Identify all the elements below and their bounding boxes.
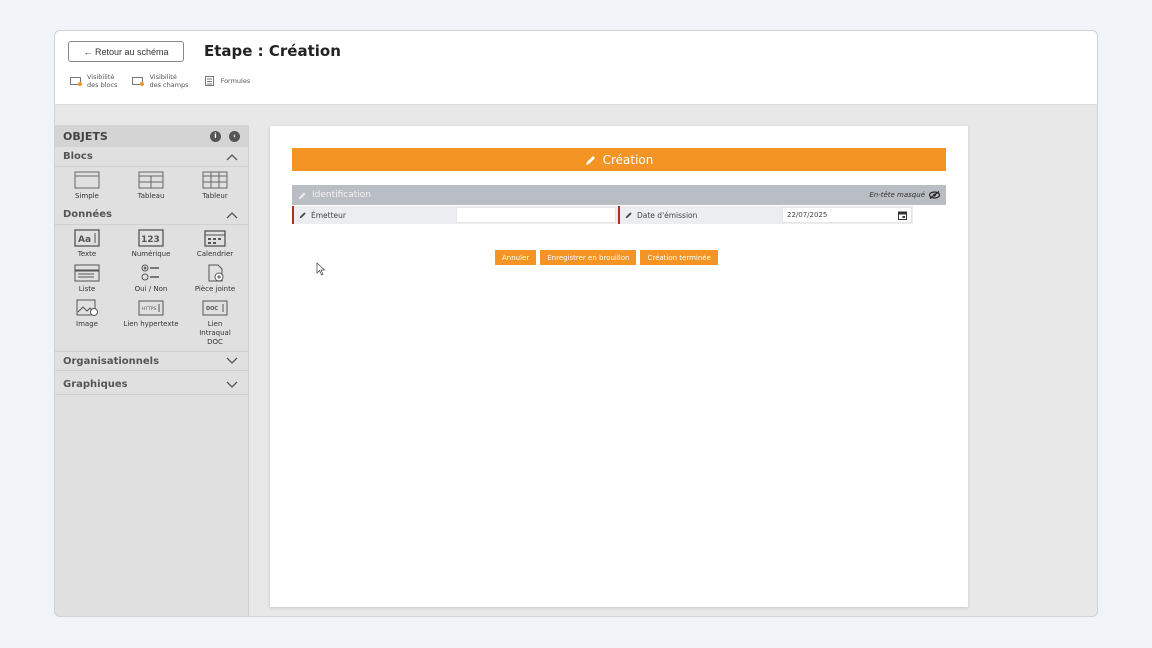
app-window: ← Retour au schéma Etape : Création Visi… bbox=[54, 30, 1098, 617]
calendar-icon[interactable] bbox=[898, 211, 907, 220]
field-visibility-button[interactable]: Visibilité des champs bbox=[131, 73, 189, 89]
section-donnees[interactable]: Données bbox=[55, 205, 248, 225]
object-lien-intraqual-doc[interactable]: DOC Lien Intraqual DOC bbox=[183, 299, 247, 347]
chevron-down-icon bbox=[226, 381, 238, 388]
svg-text:123: 123 bbox=[141, 235, 160, 245]
block-visibility-icon bbox=[69, 76, 82, 86]
section-blocs[interactable]: Blocs bbox=[55, 147, 248, 167]
pencil-icon bbox=[299, 212, 306, 219]
complete-creation-button[interactable]: Création terminée bbox=[640, 250, 718, 265]
header-hidden-toggle[interactable]: En-tête masqué bbox=[869, 191, 940, 199]
text-field-icon: Aa bbox=[74, 229, 100, 247]
object-oui-non[interactable]: Oui / Non bbox=[119, 264, 183, 294]
section-identification[interactable]: Identification En-tête masqué bbox=[292, 185, 946, 205]
svg-text:DOC: DOC bbox=[206, 306, 218, 312]
chevron-up-icon bbox=[226, 211, 238, 218]
page-title: Etape : Création bbox=[204, 42, 341, 60]
object-piece-jointe[interactable]: Pièce jointe bbox=[183, 264, 247, 294]
donnees-grid: Aa Texte 123 Numérique Calendrier Liste … bbox=[55, 225, 248, 351]
chevron-up-icon bbox=[226, 153, 238, 160]
object-image[interactable]: Image bbox=[55, 299, 119, 347]
formula-icon bbox=[203, 76, 216, 86]
spreadsheet-block-icon bbox=[202, 171, 228, 189]
blocs-grid: Simple Tableau Tableur bbox=[55, 167, 248, 205]
header: ← Retour au schéma Etape : Création Visi… bbox=[55, 31, 1097, 105]
radio-icon bbox=[141, 264, 159, 281]
doc-link-icon: DOC bbox=[202, 300, 228, 316]
section-organisationnels[interactable]: Organisationnels bbox=[55, 351, 248, 371]
object-lien-hypertexte[interactable]: HTTPS Lien hypertexte bbox=[119, 299, 183, 347]
toolbar: Visibilité des blocs Visibilité des champs… bbox=[69, 73, 250, 89]
form-banner[interactable]: Création bbox=[292, 148, 946, 171]
formulas-button[interactable]: Formules bbox=[203, 73, 250, 89]
collapse-icon[interactable]: ‹ bbox=[229, 130, 240, 142]
sidebar-header: OBJETS i ‹ bbox=[55, 125, 248, 147]
objects-sidebar: OBJETS i ‹ Blocs Simple Tableau Tableur bbox=[55, 125, 249, 616]
field-date-emission: Date d'émission 22/07/2025 bbox=[618, 206, 913, 224]
chevron-down-icon bbox=[226, 357, 238, 364]
mouse-cursor-icon bbox=[316, 262, 326, 276]
eye-slash-icon bbox=[929, 191, 940, 199]
section-graphiques[interactable]: Graphiques bbox=[55, 375, 248, 395]
simple-block-icon bbox=[74, 171, 100, 189]
date-emission-input[interactable]: 22/07/2025 bbox=[782, 207, 912, 223]
sidebar-title: OBJETS bbox=[63, 129, 108, 143]
table-block-icon bbox=[138, 171, 164, 189]
object-texte[interactable]: Aa Texte bbox=[55, 229, 119, 259]
attachment-icon bbox=[208, 264, 224, 282]
pencil-icon bbox=[585, 155, 595, 165]
emetteur-input[interactable] bbox=[456, 207, 616, 223]
image-icon bbox=[76, 299, 98, 316]
field-emetteur: Émetteur bbox=[292, 206, 618, 224]
object-tableau[interactable]: Tableau bbox=[119, 171, 183, 201]
number-field-icon: 123 bbox=[138, 229, 164, 247]
list-icon bbox=[74, 264, 100, 282]
cancel-button[interactable]: Annuler bbox=[495, 250, 537, 265]
svg-text:HTTPS: HTTPS bbox=[142, 306, 157, 312]
object-calendrier[interactable]: Calendrier bbox=[183, 229, 247, 259]
object-simple[interactable]: Simple bbox=[55, 171, 119, 201]
object-liste[interactable]: Liste bbox=[55, 264, 119, 294]
back-to-schema-button[interactable]: ← Retour au schéma bbox=[68, 41, 184, 62]
object-tableur[interactable]: Tableur bbox=[183, 171, 247, 201]
form-canvas: Création Identification En-tête masqué É… bbox=[270, 126, 968, 607]
save-draft-button[interactable]: Enregistrer en brouillon bbox=[540, 250, 637, 265]
object-numerique[interactable]: 123 Numérique bbox=[119, 229, 183, 259]
svg-text:Aa: Aa bbox=[78, 235, 91, 245]
pencil-icon bbox=[298, 192, 306, 199]
form-actions: Annuler Enregistrer en brouillon Créatio… bbox=[495, 250, 718, 265]
block-visibility-button[interactable]: Visibilité des blocs bbox=[69, 73, 117, 89]
pencil-icon bbox=[625, 212, 632, 219]
info-icon[interactable]: i bbox=[210, 130, 221, 142]
field-visibility-icon bbox=[131, 76, 144, 86]
calendar-icon bbox=[204, 230, 226, 247]
hyperlink-icon: HTTPS bbox=[138, 300, 164, 316]
